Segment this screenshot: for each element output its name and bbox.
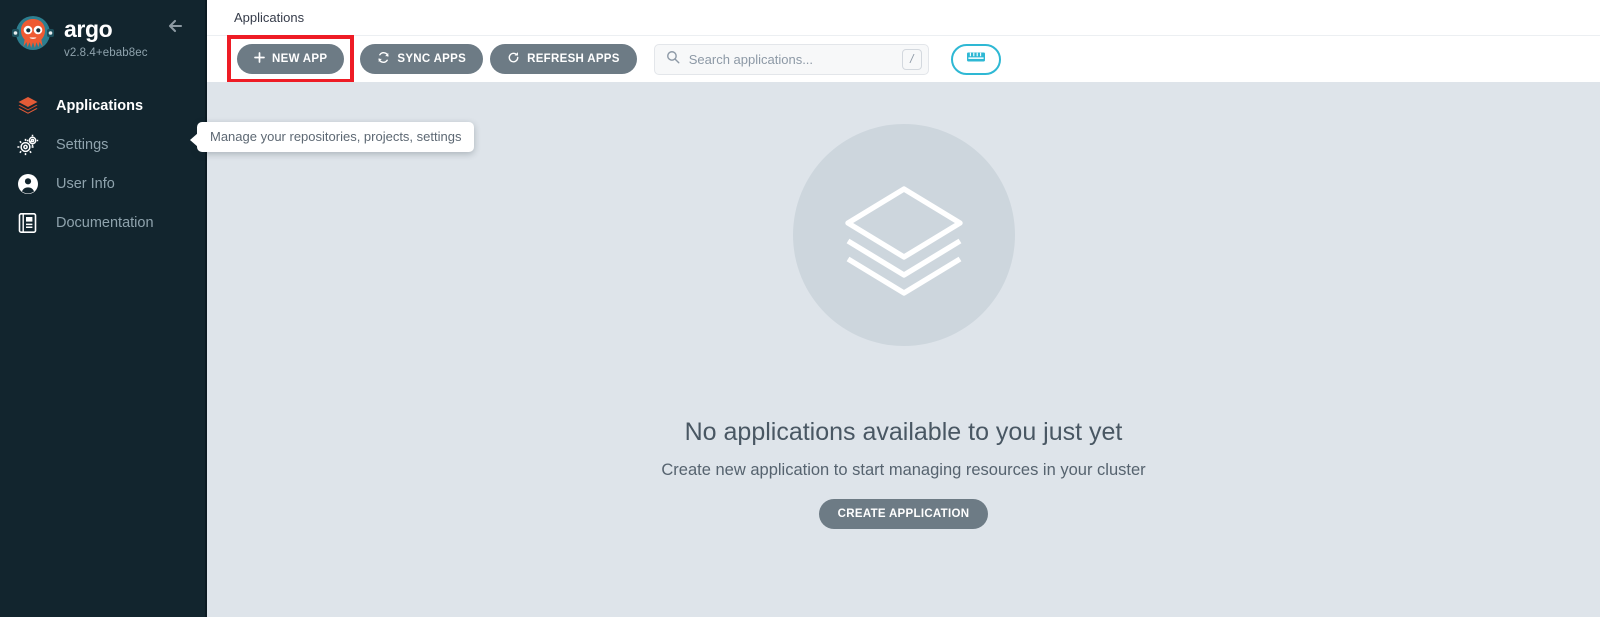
argo-octopus-logo xyxy=(10,12,56,58)
new-app-highlight-box: NEW APP xyxy=(227,35,355,83)
sidebar-item-label: Applications xyxy=(56,97,144,114)
search-shortcut-badge: / xyxy=(901,48,922,70)
search-input[interactable] xyxy=(688,51,902,67)
collapse-sidebar-arrow-icon[interactable] xyxy=(163,13,189,39)
new-app-button-label: NEW APP xyxy=(272,53,328,65)
argo-version: v2.8.4+ebab8ec xyxy=(64,47,148,59)
argo-wordmark: argo xyxy=(64,16,148,43)
layers-icon xyxy=(14,92,42,120)
sync-icon xyxy=(377,51,390,67)
list-view-icon xyxy=(966,50,986,69)
sidebar-brand: argo v2.8.4+ebab8ec xyxy=(0,0,205,68)
gears-icon xyxy=(14,131,42,159)
create-application-button[interactable]: CREATE APPLICATION xyxy=(818,499,989,529)
refresh-apps-button[interactable]: REFRESH APPS xyxy=(490,44,637,74)
list-view-toggle-button[interactable] xyxy=(950,43,1001,75)
svg-text:argo: argo xyxy=(64,17,113,42)
sidebar-item-label: Settings xyxy=(56,136,109,153)
toolbar: NEW APP SYNC APPS REFRESH APPS Search ap… xyxy=(207,35,1600,83)
empty-state-subtitle: Create new application to start managing… xyxy=(661,461,1146,479)
user-circle-icon xyxy=(14,170,42,198)
page-header: Applications xyxy=(207,0,1600,36)
sidebar: argo v2.8.4+ebab8ec Applications Setting… xyxy=(0,0,207,617)
breadcrumb: Applications xyxy=(234,10,305,25)
argocd-application: argo v2.8.4+ebab8ec Applications Setting… xyxy=(0,0,1600,617)
sync-apps-button[interactable]: SYNC APPS xyxy=(360,44,484,74)
brand-text-block: argo v2.8.4+ebab8ec xyxy=(64,12,148,61)
empty-state-title: No applications available to you just ye… xyxy=(684,418,1123,446)
sidebar-item-documentation[interactable]: Documentation xyxy=(0,203,205,242)
main-area: Applications NEW APP SYNC APPS REFRESH A… xyxy=(207,0,1600,617)
plus-icon xyxy=(254,52,265,66)
new-app-button[interactable]: NEW APP xyxy=(237,44,345,74)
sidebar-item-user-info[interactable]: User Info xyxy=(0,164,205,203)
sidebar-item-label: Documentation xyxy=(56,214,154,231)
search-icon xyxy=(666,50,680,69)
refresh-icon xyxy=(507,51,520,67)
sync-apps-button-label: SYNC APPS xyxy=(397,53,467,65)
refresh-apps-button-label: REFRESH APPS xyxy=(527,53,620,65)
search-applications-field[interactable]: / xyxy=(653,43,929,75)
applications-content: No applications available to you just ye… xyxy=(207,82,1600,617)
sidebar-nav: Applications Settings User Info Document… xyxy=(0,86,205,242)
stacked-layers-icon xyxy=(838,167,970,304)
book-icon xyxy=(14,209,42,237)
sidebar-item-label: User Info xyxy=(56,175,115,192)
sidebar-item-applications[interactable]: Applications xyxy=(0,86,205,125)
sidebar-item-settings[interactable]: Settings xyxy=(0,125,205,164)
empty-state-icon-circle xyxy=(792,124,1015,346)
settings-tooltip: Manage your repositories, projects, sett… xyxy=(189,122,475,152)
